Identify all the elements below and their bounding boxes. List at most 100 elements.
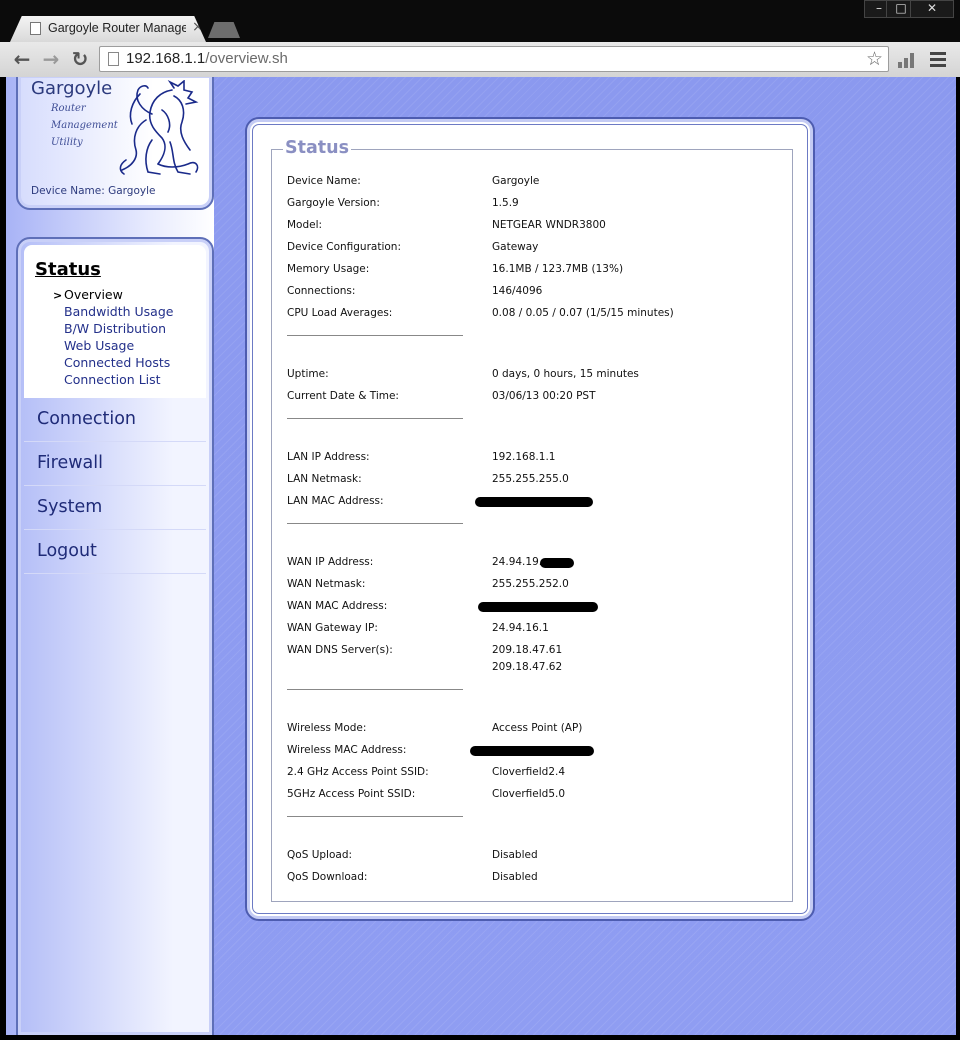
url-host: 192.168.1.1 xyxy=(126,50,206,67)
page-favicon-icon xyxy=(30,22,41,35)
status-row-label: Device Configuration: xyxy=(287,241,401,253)
status-row-value: NETGEAR WNDR3800 xyxy=(492,219,606,231)
status-row-label: 5GHz Access Point SSID: xyxy=(287,788,416,800)
nav-heading-status[interactable]: Status xyxy=(35,259,101,280)
status-row-value: Disabled xyxy=(492,849,538,861)
nav-item-bandwidth-usage[interactable]: Bandwidth Usage xyxy=(64,304,173,319)
nav-section-connection[interactable]: Connection xyxy=(24,398,206,442)
gargoyle-logo-icon xyxy=(119,80,199,175)
current-item-arrow-icon: > xyxy=(53,289,63,302)
status-row-label: Model: xyxy=(287,219,323,231)
status-row-value: 0.08 / 0.05 / 0.07 (1/5/15 minutes) xyxy=(492,307,674,319)
status-row-value: 255.255.255.0 xyxy=(492,473,569,485)
status-row-value: 0 days, 0 hours, 15 minutes xyxy=(492,368,639,380)
status-row-label: Wireless MAC Address: xyxy=(287,744,407,756)
status-row-value: 24.94.16.1 xyxy=(492,622,549,634)
status-row-label: LAN MAC Address: xyxy=(287,495,384,507)
url-text: 192.168.1.1/overview.sh xyxy=(126,50,288,67)
status-row-value: Cloverfield5.0 xyxy=(492,788,566,800)
logo-box: Gargoyle Router Management Utility Devic… xyxy=(16,77,214,210)
status-row-value: 255.255.252.0 xyxy=(492,578,569,590)
status-panel: Status Device Name: Gargoyle Gargoyle Vers… xyxy=(245,117,815,921)
section-divider xyxy=(287,816,463,817)
redaction-mark xyxy=(478,602,598,612)
status-row-value: 209.18.47.62 xyxy=(492,661,563,673)
status-row-value: 03/06/13 00:20 PST xyxy=(492,390,596,402)
section-divider xyxy=(287,523,463,524)
status-row-label: LAN IP Address: xyxy=(287,451,370,463)
status-row-value: 16.1MB / 123.7MB (13%) xyxy=(492,263,624,275)
logo-subtitle-router: Router xyxy=(51,103,86,114)
status-row-value: Access Point (AP) xyxy=(492,722,583,734)
status-row-label: CPU Load Averages: xyxy=(287,307,393,319)
status-row-label: Connections: xyxy=(287,285,356,297)
status-row-label: Gargoyle Version: xyxy=(287,197,380,209)
nav-section-logout[interactable]: Logout xyxy=(24,530,206,574)
left-column: Gargoyle Router Management Utility Devic… xyxy=(6,77,214,1035)
nav-item-connection-list[interactable]: Connection List xyxy=(64,372,161,387)
device-name-label: Device Name: Gargoyle xyxy=(31,185,156,197)
reload-icon[interactable]: ↻ xyxy=(69,48,91,70)
back-arrow-icon[interactable]: ← xyxy=(11,48,33,70)
section-divider xyxy=(287,689,463,690)
nav-section-label: Connection xyxy=(37,409,137,429)
status-row-label: WAN DNS Server(s): xyxy=(287,644,393,656)
status-row-label: WAN MAC Address: xyxy=(287,600,388,612)
tab-close-icon[interactable]: × xyxy=(192,19,204,35)
page-icon xyxy=(108,52,119,66)
status-row-label: LAN Netmask: xyxy=(287,473,362,485)
status-row-label: Memory Usage: xyxy=(287,263,370,275)
status-row-label: 2.4 GHz Access Point SSID: xyxy=(287,766,429,778)
status-row-label: Current Date & Time: xyxy=(287,390,399,402)
status-row-label: Wireless Mode: xyxy=(287,722,367,734)
status-row-value: 146/4096 xyxy=(492,285,543,297)
bookmark-star-icon[interactable]: ☆ xyxy=(866,48,883,70)
status-row-value: 192.168.1.1 xyxy=(492,451,556,463)
nav-item-bw-distribution[interactable]: B/W Distribution xyxy=(64,321,166,336)
new-tab-button[interactable] xyxy=(208,22,240,38)
page-viewport: Gargoyle Router Management Utility Devic… xyxy=(6,77,956,1035)
tab-title: Gargoyle Router Managem xyxy=(48,21,186,35)
status-row-label: WAN IP Address: xyxy=(287,556,374,568)
address-bar[interactable]: 192.168.1.1/overview.sh ☆ xyxy=(99,46,889,72)
status-row-value: 1.5.9 xyxy=(492,197,519,209)
nav-section-status: Status > Overview Bandwidth Usage B/W Di… xyxy=(24,245,206,398)
status-fieldset: Status Device Name: Gargoyle Gargoyle Vers… xyxy=(271,138,793,902)
status-row-label: WAN Gateway IP: xyxy=(287,622,378,634)
status-row-label: QoS Download: xyxy=(287,871,368,883)
status-row-value: Gateway xyxy=(492,241,539,253)
nav-section-firewall[interactable]: Firewall xyxy=(24,442,206,486)
close-window-button[interactable]: ✕ xyxy=(910,0,954,18)
section-divider xyxy=(287,418,463,419)
url-path: /overview.sh xyxy=(205,50,288,67)
forward-arrow-icon[interactable]: → xyxy=(40,48,62,70)
status-row-label: Uptime: xyxy=(287,368,329,380)
redaction-mark xyxy=(540,558,574,568)
redaction-mark xyxy=(470,746,594,756)
nav-item-web-usage[interactable]: Web Usage xyxy=(64,338,134,353)
status-row-value: 24.94.19. xyxy=(492,556,543,568)
nav-item-overview[interactable]: Overview xyxy=(64,287,123,302)
logo-title: Gargoyle xyxy=(31,78,113,99)
status-row-label: Device Name: xyxy=(287,175,361,187)
nav-section-label: Firewall xyxy=(37,453,103,473)
logo-subtitle-utility: Utility xyxy=(51,137,83,148)
nav-section-label: System xyxy=(37,497,103,517)
status-row-value: Gargoyle xyxy=(492,175,540,187)
status-row-label: QoS Upload: xyxy=(287,849,353,861)
browser-toolbar: ← → ↻ 192.168.1.1/overview.sh ☆ xyxy=(0,42,960,77)
browser-tab[interactable]: Gargoyle Router Managem × xyxy=(10,16,206,42)
status-row-value: Cloverfield2.4 xyxy=(492,766,566,778)
browser-menu-icon[interactable] xyxy=(930,52,946,67)
nav-item-connected-hosts[interactable]: Connected Hosts xyxy=(64,355,170,370)
nav-section-label: Logout xyxy=(37,541,97,561)
nav-section-system[interactable]: System xyxy=(24,486,206,530)
section-divider xyxy=(287,335,463,336)
nav-menu: Status > Overview Bandwidth Usage B/W Di… xyxy=(16,237,214,1035)
browser-chrome: Gargoyle Router Managem × – □ ✕ ← → ↻ 19… xyxy=(0,0,960,77)
logo-subtitle-management: Management xyxy=(51,120,118,131)
signal-bars-icon[interactable] xyxy=(897,51,917,69)
status-row-value: 209.18.47.61 xyxy=(492,644,563,656)
redaction-mark xyxy=(475,497,593,507)
status-row-label: WAN Netmask: xyxy=(287,578,366,590)
